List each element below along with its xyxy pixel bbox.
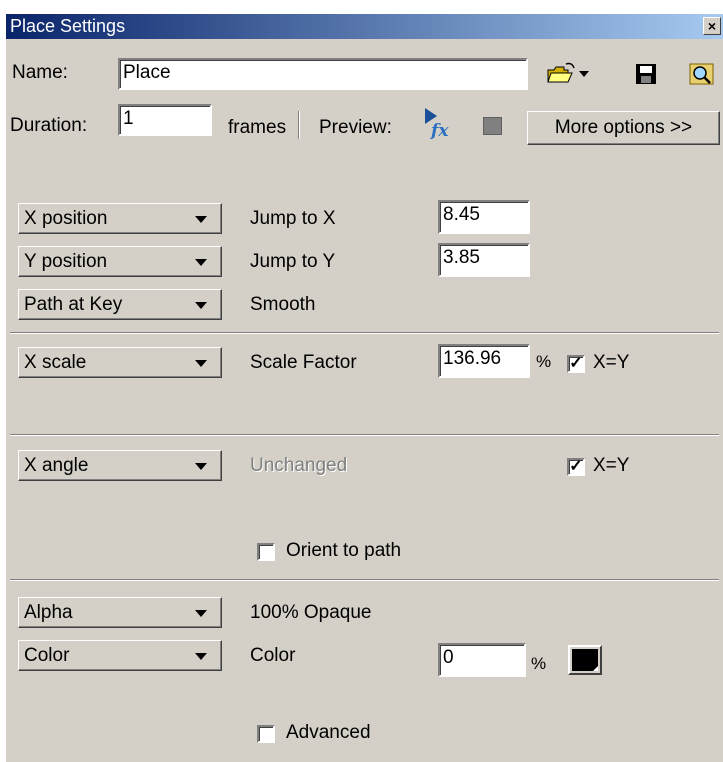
scale-dropdown[interactable]: X scale [18,347,222,378]
alpha-opaque-label: 100% Opaque [250,602,372,623]
name-label: Name: [12,62,68,83]
color-percent-field[interactable]: 0 [438,643,526,677]
x-position-dropdown-value: X position [24,208,108,229]
alpha-dropdown[interactable]: Alpha [18,597,222,628]
open-folder-icon [547,62,589,83]
preview-play-button[interactable]: fx [421,106,457,141]
angle-xy-lock-checkbox[interactable]: ✓ [567,458,585,476]
x-position-dropdown[interactable]: X position [18,203,222,234]
floppy-save-icon [636,64,656,84]
chevron-down-icon [195,360,207,367]
name-field[interactable]: Place [118,58,528,90]
open-preset-button[interactable] [546,62,592,86]
y-position-dropdown[interactable]: Y position [18,246,222,277]
chevron-down-icon [195,610,207,617]
advanced-label: Advanced [286,722,371,743]
svg-text:fx: fx [430,121,449,140]
divider [298,111,300,139]
more-options-button[interactable]: More options >> [527,111,720,145]
chevron-down-icon [195,259,207,266]
orient-to-path-checkbox[interactable] [257,543,275,561]
jump-to-y-label: Jump to Y [250,251,336,272]
close-icon: × [707,18,717,34]
chevron-down-icon [195,302,207,309]
chevron-down-icon [195,463,207,470]
color-swatch-button[interactable] [568,645,602,675]
browse-button[interactable] [689,61,715,87]
color-dropdown[interactable]: Color [18,640,222,671]
find-folder-icon [689,63,714,85]
orient-to-path-label: Orient to path [286,540,402,561]
scale-xy-lock-checkbox[interactable]: ✓ [567,355,585,373]
angle-xy-lock-label: X=Y [593,455,630,476]
x-position-field[interactable]: 8.45 [438,200,530,234]
fx-play-icon: fx [425,108,449,141]
duration-label: Duration: [10,115,88,136]
scale-dropdown-value: X scale [24,352,87,373]
place-settings-window: Place Settings × Name: Place Duration: 1… [6,14,723,762]
window-title: Place Settings [10,16,126,36]
save-preset-button[interactable] [635,63,657,85]
duration-field[interactable]: 1 [118,104,212,136]
scale-xy-lock-label: X=Y [593,352,630,373]
chevron-down-icon [195,653,207,660]
section-divider [10,579,719,581]
preview-label: Preview: [319,117,392,138]
section-divider [10,434,719,436]
angle-dropdown[interactable]: X angle [18,450,222,481]
close-button[interactable]: × [703,17,721,35]
angle-unchanged-label: Unchanged [250,455,348,476]
percent-label: % [536,352,552,371]
y-position-field[interactable]: 3.85 [438,243,530,277]
path-dropdown[interactable]: Path at Key [18,289,222,320]
jump-to-x-label: Jump to X [250,208,336,229]
scale-factor-label: Scale Factor [250,352,357,373]
advanced-checkbox[interactable] [257,725,275,743]
angle-dropdown-value: X angle [24,455,89,476]
alpha-dropdown-value: Alpha [24,602,73,623]
chevron-down-icon [195,216,207,223]
section-divider [10,332,719,334]
frames-label: frames [228,117,287,138]
y-position-dropdown-value: Y position [24,251,108,272]
smooth-label: Smooth [250,294,316,315]
title-bar[interactable]: Place Settings × [6,14,723,39]
swatch-corner-icon [593,666,598,671]
color-label: Color [250,645,296,666]
preview-stop-button[interactable] [483,117,502,135]
color-dropdown-value: Color [24,645,70,666]
color-percent-label: % [531,654,547,673]
path-dropdown-value: Path at Key [24,294,123,315]
scale-factor-field[interactable]: 136.96 [438,344,530,378]
